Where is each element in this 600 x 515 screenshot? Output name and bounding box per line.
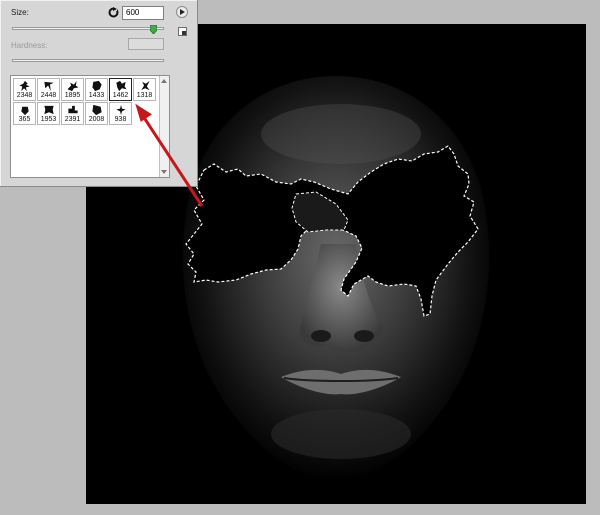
red-pointer-arrow — [135, 103, 204, 207]
